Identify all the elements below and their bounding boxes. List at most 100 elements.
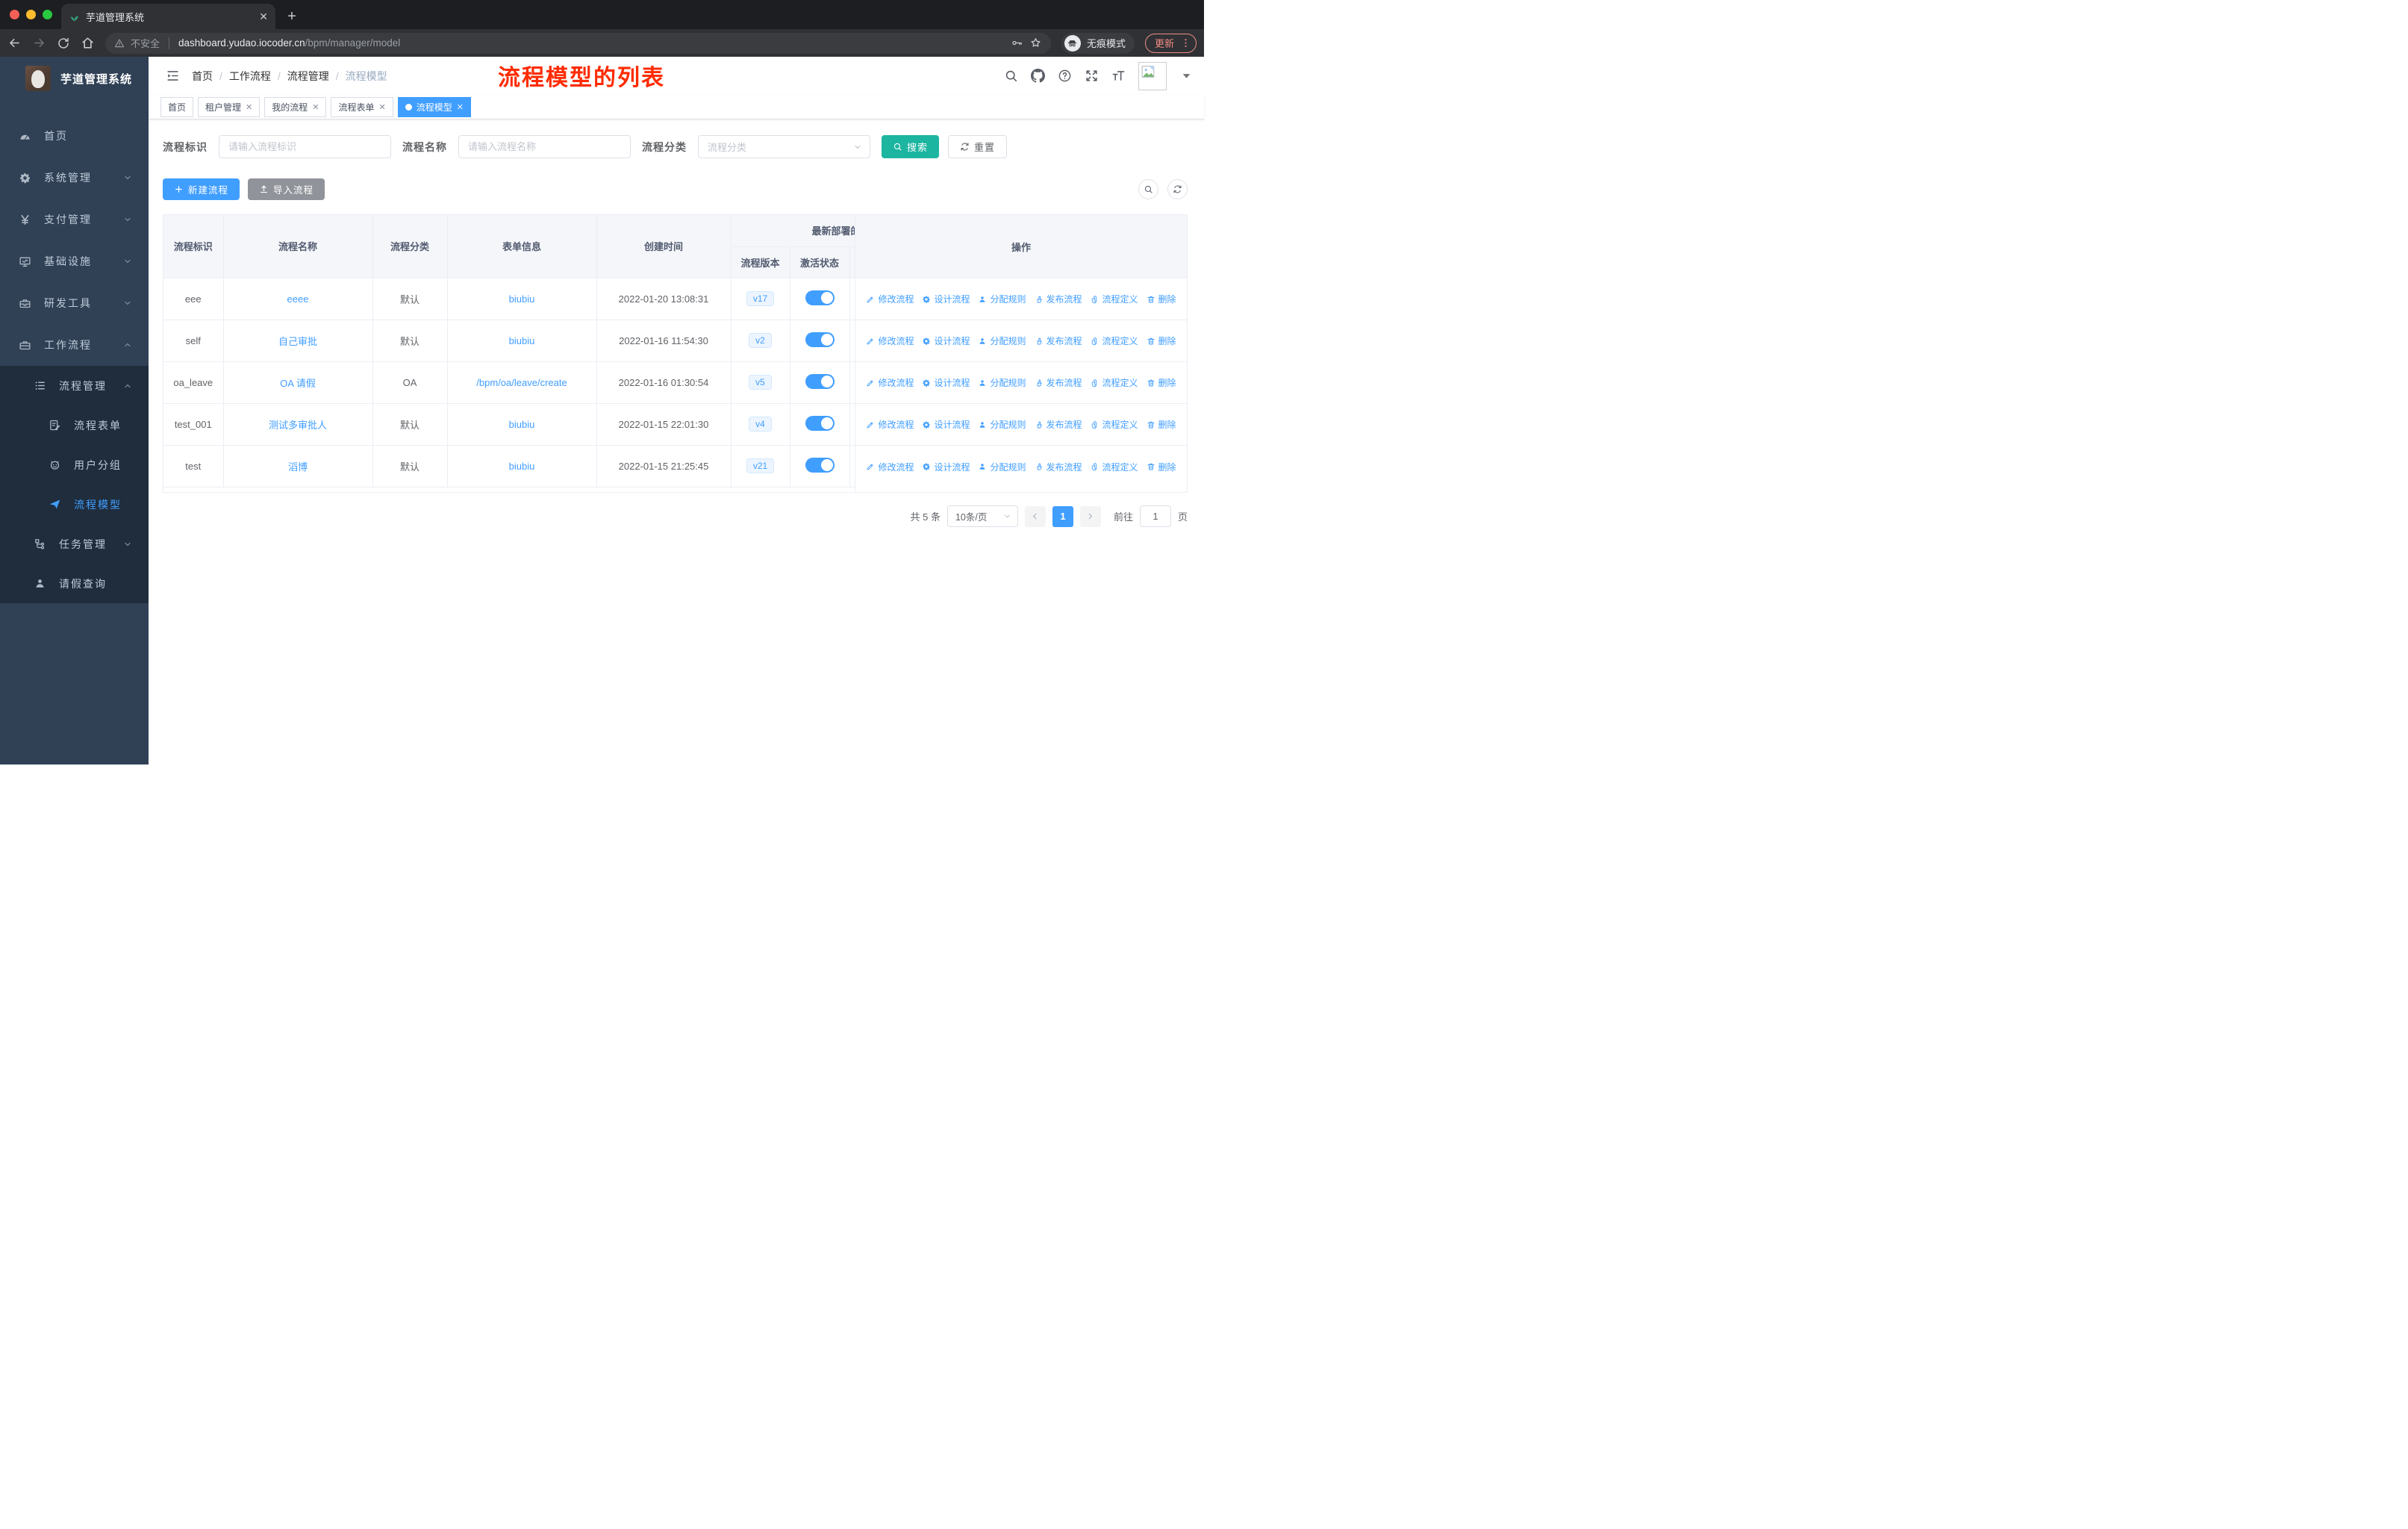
tag-close-icon[interactable]: ✕ [246,102,252,112]
process-name-link[interactable]: 自己审批 [278,336,317,347]
process-name-link[interactable]: 测试多审批人 [269,420,327,431]
form-info-link[interactable]: /bpm/oa/leave/create [476,377,567,388]
action-definition-link[interactable]: 流程定义 [1091,334,1138,347]
window-controls[interactable] [10,10,52,19]
update-chrome-button[interactable]: 更新 [1144,33,1197,53]
tag-close-icon[interactable]: ✕ [457,102,464,112]
home-icon[interactable] [81,36,95,50]
forward-icon[interactable] [32,36,46,50]
action-delete-link[interactable]: 删除 [1147,376,1176,389]
new-process-button[interactable]: 新建流程 [163,178,240,200]
header-search-icon[interactable] [1004,69,1018,83]
import-process-button[interactable]: 导入流程 [248,178,325,200]
tag-home[interactable]: 首页 [160,96,194,117]
tag-my-process[interactable]: 我的流程 ✕ [264,96,327,117]
action-edit-link[interactable]: 修改流程 [866,461,914,473]
window-close-button[interactable] [10,10,19,19]
sidebar-item-home[interactable]: 首页 [0,115,149,157]
window-minimize-button[interactable] [26,10,36,19]
new-tab-button[interactable]: + [281,6,302,27]
tag-process-model[interactable]: 流程模型 ✕ [397,96,471,117]
goto-page-input[interactable] [1139,505,1171,527]
action-person-link[interactable]: 分配规则 [978,293,1026,305]
process-id-input[interactable] [219,135,391,158]
action-person-link[interactable]: 分配规则 [978,418,1026,431]
action-publish-link[interactable]: 发布流程 [1035,334,1082,347]
action-gear-link[interactable]: 设计流程 [922,376,970,389]
sidebar-item-leave-query[interactable]: 请假查询 [0,564,149,603]
action-publish-link[interactable]: 发布流程 [1035,418,1082,431]
password-key-icon[interactable] [1011,37,1023,49]
current-page-button[interactable]: 1 [1052,505,1073,527]
tag-close-icon[interactable]: ✕ [379,102,386,112]
page-size-select[interactable]: 10条/页 [946,505,1018,527]
help-icon[interactable] [1058,69,1072,83]
process-name-input[interactable] [458,135,631,158]
action-publish-link[interactable]: 发布流程 [1035,461,1082,473]
sidebar-item-dev-tools[interactable]: 研发工具 [0,282,149,324]
reload-icon[interactable] [57,37,70,50]
fullscreen-icon[interactable] [1085,69,1099,83]
breadcrumb-process-management[interactable]: 流程管理 [287,69,329,84]
sidebar-item-task-management[interactable]: 任务管理 [0,524,149,564]
reset-button[interactable]: 重置 [948,135,1008,158]
avatar-caret-down-icon[interactable] [1179,69,1194,83]
form-info-link[interactable]: biubiu [509,335,535,346]
action-person-link[interactable]: 分配规则 [978,461,1026,473]
action-gear-link[interactable]: 设计流程 [922,334,970,347]
address-bar[interactable]: 不安全 dashboard.yudao.iocoder.cn/bpm/manag… [105,32,1051,54]
form-info-link[interactable]: biubiu [509,419,535,430]
action-gear-link[interactable]: 设计流程 [922,418,970,431]
refresh-table-button[interactable] [1167,179,1188,199]
process-name-link[interactable]: 滔博 [288,461,308,473]
action-definition-link[interactable]: 流程定义 [1091,293,1138,305]
security-label[interactable]: 不安全 [131,36,160,50]
sidebar-item-process-model[interactable]: 流程模型 [0,485,149,524]
prev-page-button[interactable] [1024,505,1046,527]
action-edit-link[interactable]: 修改流程 [866,418,914,431]
search-button[interactable]: 搜索 [882,135,940,158]
action-delete-link[interactable]: 删除 [1147,293,1176,305]
action-delete-link[interactable]: 删除 [1147,461,1176,473]
tab-close-icon[interactable]: ✕ [259,10,268,23]
browser-menu-icon[interactable] [1180,37,1191,49]
process-name-link[interactable]: OA 请假 [280,378,316,389]
active-toggle[interactable] [805,457,835,473]
sidebar-item-process-form[interactable]: 流程表单 [0,405,149,445]
back-icon[interactable] [7,36,22,50]
toggle-search-button[interactable] [1138,179,1158,199]
action-person-link[interactable]: 分配规则 [978,376,1026,389]
active-toggle[interactable] [805,331,835,347]
process-name-link[interactable]: eeee [287,293,309,305]
sidebar-item-payment-management[interactable]: 支付管理 [0,199,149,240]
action-edit-link[interactable]: 修改流程 [866,376,914,389]
github-icon[interactable] [1031,69,1045,83]
user-avatar[interactable] [1138,61,1167,90]
next-page-button[interactable] [1079,505,1101,527]
action-delete-link[interactable]: 删除 [1147,418,1176,431]
sidebar-item-infrastructure[interactable]: 基础设施 [0,240,149,282]
breadcrumb-home[interactable]: 首页 [192,69,213,84]
font-size-icon[interactable] [1111,69,1126,83]
sidebar-item-workflow[interactable]: 工作流程 [0,324,149,366]
url-text[interactable]: dashboard.yudao.iocoder.cn/bpm/manager/m… [178,37,1005,49]
active-toggle[interactable] [805,415,835,431]
action-publish-link[interactable]: 发布流程 [1035,376,1082,389]
category-select[interactable]: 流程分类 [698,135,870,158]
browser-tab[interactable]: 芋道管理系统 ✕ [61,4,275,29]
action-person-link[interactable]: 分配规则 [978,334,1026,347]
sidebar-item-user-group[interactable]: 用户分组 [0,445,149,485]
active-toggle[interactable] [805,290,835,305]
tag-tenant-management[interactable]: 租户管理 ✕ [198,96,261,117]
form-info-link[interactable]: biubiu [509,293,535,305]
action-edit-link[interactable]: 修改流程 [866,293,914,305]
tag-close-icon[interactable]: ✕ [312,102,319,112]
window-maximize-button[interactable] [43,10,52,19]
action-definition-link[interactable]: 流程定义 [1091,461,1138,473]
sidebar-item-process-management[interactable]: 流程管理 [0,366,149,405]
action-definition-link[interactable]: 流程定义 [1091,418,1138,431]
action-delete-link[interactable]: 删除 [1147,334,1176,347]
form-info-link[interactable]: biubiu [509,461,535,472]
action-gear-link[interactable]: 设计流程 [922,293,970,305]
sidebar-item-system-management[interactable]: 系统管理 [0,157,149,199]
